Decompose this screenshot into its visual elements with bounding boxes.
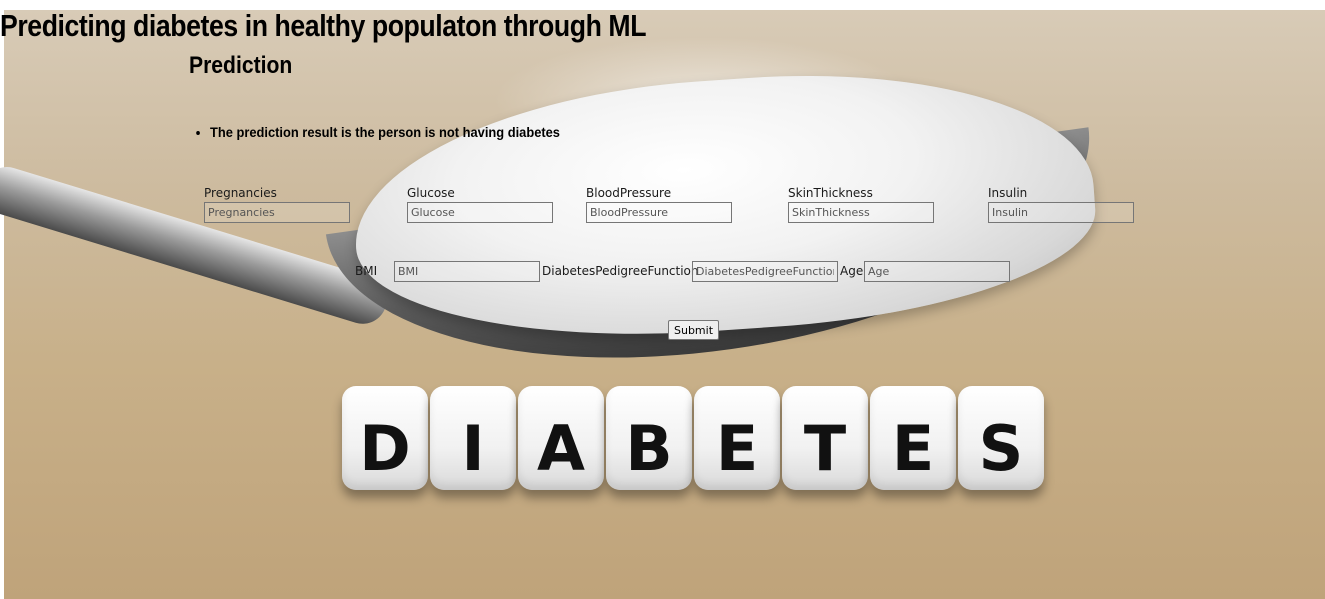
prediction-result: The prediction result is the person is n… bbox=[210, 124, 560, 140]
glucose-input[interactable] bbox=[407, 202, 553, 223]
die-letter: B bbox=[606, 386, 692, 490]
section-title: Prediction bbox=[189, 52, 293, 79]
age-input[interactable] bbox=[864, 261, 1010, 282]
bloodpressure-input[interactable] bbox=[586, 202, 732, 223]
diabetes-dice: D I A B E T E S bbox=[342, 386, 1044, 498]
die-letter: E bbox=[694, 386, 780, 490]
die-letter: E bbox=[870, 386, 956, 490]
die-letter: T bbox=[782, 386, 868, 490]
submit-button[interactable]: Submit bbox=[668, 320, 720, 340]
bloodpressure-label: BloodPressure bbox=[586, 186, 672, 200]
die-letter: I bbox=[430, 386, 516, 490]
page-title: Predicting diabetes in healthy populaton… bbox=[0, 8, 647, 43]
bmi-label: BMI bbox=[355, 264, 378, 278]
age-label: Age bbox=[840, 264, 864, 278]
insulin-input[interactable] bbox=[988, 202, 1134, 223]
diabetespedigreefunction-input[interactable] bbox=[692, 261, 838, 282]
die-letter: S bbox=[958, 386, 1044, 490]
die-letter: D bbox=[342, 386, 428, 490]
background-image: D I A B E T E S bbox=[0, 10, 1325, 599]
page: D I A B E T E S Predicting diabetes in h… bbox=[0, 0, 1325, 599]
die-letter: A bbox=[518, 386, 604, 490]
skinthickness-label: SkinThickness bbox=[788, 186, 873, 200]
result-list: The prediction result is the person is n… bbox=[189, 124, 590, 140]
pregnancies-input[interactable] bbox=[204, 202, 350, 223]
diabetespedigreefunction-label: DiabetesPedigreeFunction bbox=[542, 264, 699, 278]
bmi-input[interactable] bbox=[394, 261, 540, 282]
pregnancies-label: Pregnancies bbox=[204, 186, 277, 200]
insulin-label: Insulin bbox=[988, 186, 1028, 200]
glucose-label: Glucose bbox=[407, 186, 455, 200]
skinthickness-input[interactable] bbox=[788, 202, 934, 223]
